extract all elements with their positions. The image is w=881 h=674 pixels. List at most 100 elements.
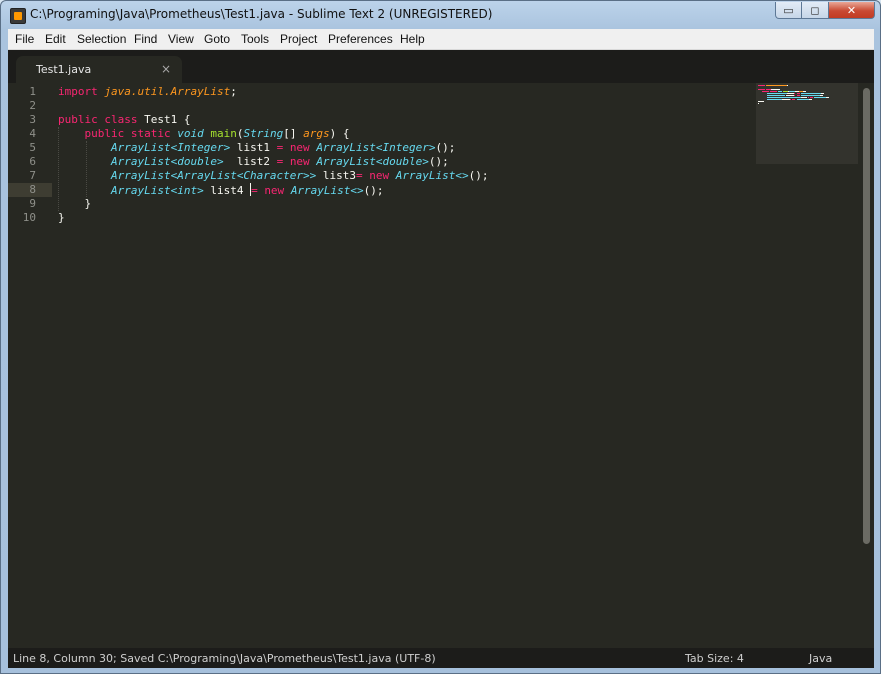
minimap-stroke: [766, 97, 801, 98]
code-token: ArrayList<int>: [110, 184, 204, 197]
line-number: 8: [29, 183, 36, 196]
window-controls: ▭ ◻ ✕: [775, 2, 875, 19]
minimap-stroke: [786, 85, 788, 86]
minimap-stroke: [758, 103, 760, 104]
minimap-stroke: [758, 101, 764, 102]
code-token: main: [210, 127, 237, 140]
minimap-stroke: [826, 97, 830, 98]
minimap-stroke: [803, 91, 807, 92]
minimap-stroke: [771, 89, 780, 90]
minimap-stroke: [766, 99, 783, 100]
line-number: 2: [29, 99, 36, 112]
maximize-icon: ◻: [810, 3, 820, 17]
code-token: ArrayList<>: [395, 169, 469, 182]
status-bar: Line 8, Column 30; Saved C:\Programing\J…: [8, 648, 874, 668]
minimap[interactable]: [756, 83, 858, 164]
code-line[interactable]: }: [58, 197, 91, 211]
status-syntax[interactable]: Java: [809, 652, 832, 665]
code-token: void: [177, 127, 204, 140]
menu-preferences[interactable]: Preferences: [328, 32, 393, 46]
minimap-stroke: [786, 93, 795, 94]
minimize-icon: ▭: [783, 3, 794, 17]
code-line[interactable]: ArrayList<double> list2 = new ArrayList<…: [58, 155, 449, 169]
tab-bar: Test1.java ×: [8, 50, 874, 83]
minimap-stroke: [785, 95, 795, 96]
code-token: ;: [230, 85, 237, 98]
app-window: C:\Programing\Java\Prometheus\Test1.java…: [0, 0, 881, 674]
minimap-stroke: [796, 95, 800, 96]
code-line[interactable]: public class Test1 {: [58, 113, 190, 127]
menu-view[interactable]: View: [168, 32, 194, 46]
line-number: 5: [29, 141, 36, 154]
minimize-button[interactable]: ▭: [775, 2, 802, 19]
minimap-stroke: [796, 93, 800, 94]
code-token: list4: [203, 184, 251, 197]
tab-label: Test1.java: [36, 63, 92, 76]
menu-find[interactable]: Find: [134, 32, 157, 46]
tab-test1-java[interactable]: Test1.java ×: [16, 56, 182, 83]
code-line[interactable]: }: [58, 211, 65, 225]
title-bar[interactable]: C:\Programing\Java\Prometheus\Test1.java…: [1, 1, 880, 29]
status-position: Line 8, Column 30; Saved C:\Programing\J…: [13, 652, 436, 665]
code-token: new: [289, 155, 310, 168]
code-token: ArrayList<>: [290, 184, 364, 197]
line-number: 10: [22, 211, 36, 224]
code-line[interactable]: ArrayList<Integer> list1 = new ArrayList…: [58, 141, 455, 155]
code-token: String: [243, 127, 284, 140]
code-token: public: [58, 113, 98, 126]
minimap-stroke: [794, 93, 796, 94]
minimap-stroke: [765, 85, 787, 86]
code-token: ArrayList<double>: [316, 155, 429, 168]
close-icon[interactable]: ×: [161, 62, 171, 76]
minimap-stroke: [800, 95, 820, 96]
code-token: new: [264, 184, 285, 197]
minimap-stroke: [800, 97, 808, 98]
code-token: args: [303, 127, 330, 140]
menu-goto[interactable]: Goto: [204, 32, 230, 46]
code-line[interactable]: public static void main(String[] args) {: [58, 127, 350, 141]
code-token: static: [130, 127, 171, 140]
scrollbar-thumb[interactable]: [863, 88, 870, 544]
code-token: java.util.ArrayList: [104, 85, 231, 98]
minimap-stroke: [770, 91, 777, 92]
code-token: }: [58, 211, 65, 224]
menu-help[interactable]: Help: [400, 32, 425, 46]
close-button[interactable]: ✕: [829, 2, 875, 19]
status-tab-size[interactable]: Tab Size: 4: [685, 652, 744, 665]
line-number: 6: [29, 155, 36, 168]
menu-tools[interactable]: Tools: [241, 32, 269, 46]
menu-file[interactable]: File: [15, 32, 34, 46]
menu-selection[interactable]: Selection: [77, 32, 126, 46]
minimap-stroke: [809, 97, 813, 98]
code-token: import: [58, 85, 98, 98]
code-token: public: [84, 127, 125, 140]
minimap-stroke: [758, 89, 765, 90]
code-token: ArrayList<ArrayList<Character>>: [110, 169, 317, 182]
minimap-stroke: [766, 95, 786, 96]
sublime-text-icon[interactable]: [10, 8, 26, 24]
vertical-scrollbar[interactable]: [860, 83, 874, 648]
code-token: ArrayList<Integer>: [110, 141, 231, 154]
code-line[interactable]: ArrayList<ArrayList<Character>> list3= n…: [58, 169, 489, 183]
code-token: ();: [428, 155, 449, 168]
code-editor[interactable]: 1 2 3 4 5 6 7 8 9 10 import java.util.ArrayList; p…: [8, 83, 874, 648]
code-token: list3: [316, 169, 357, 182]
code-token: ();: [435, 141, 456, 154]
menu-edit[interactable]: Edit: [45, 32, 66, 46]
minimap-stroke: [796, 99, 809, 100]
code-line[interactable]: ArrayList<int> list4 = new ArrayList<>()…: [58, 183, 384, 197]
code-token: }: [58, 197, 92, 210]
minimap-stroke: [808, 99, 812, 100]
minimap-stroke: [782, 99, 790, 100]
code-line[interactable]: import java.util.ArrayList;: [58, 85, 237, 99]
maximize-button[interactable]: ◻: [802, 2, 829, 19]
code-token: Test1 {: [137, 113, 191, 126]
minimap-stroke: [820, 93, 824, 94]
code-token: new: [369, 169, 390, 182]
minimap-stroke: [777, 91, 783, 92]
menu-project[interactable]: Project: [280, 32, 317, 46]
